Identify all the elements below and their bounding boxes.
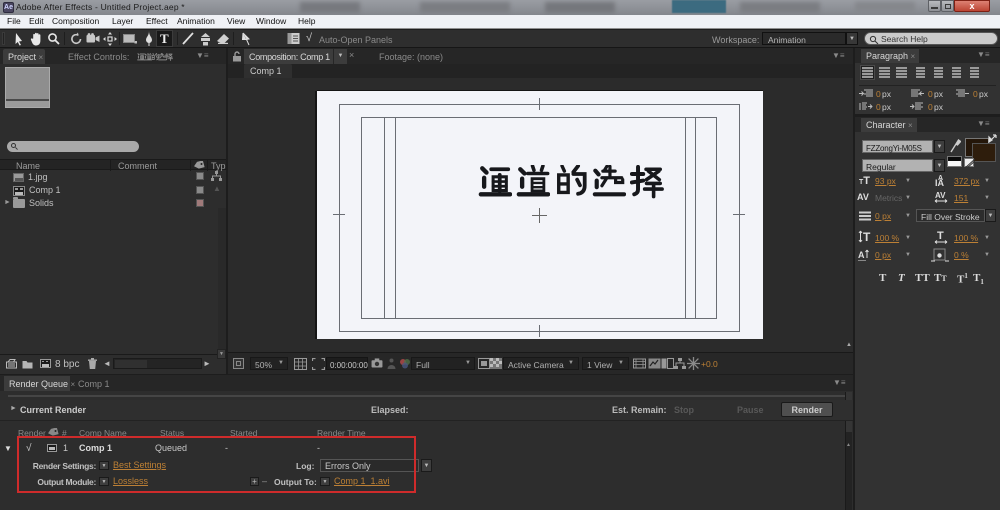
svg-text:T: T bbox=[863, 230, 871, 244]
svg-text:T: T bbox=[937, 230, 944, 242]
svg-text:A: A bbox=[858, 250, 865, 260]
svg-text:AV: AV bbox=[857, 192, 869, 202]
svg-text:IA: IA bbox=[935, 178, 945, 187]
svg-text:AV: AV bbox=[935, 191, 946, 200]
